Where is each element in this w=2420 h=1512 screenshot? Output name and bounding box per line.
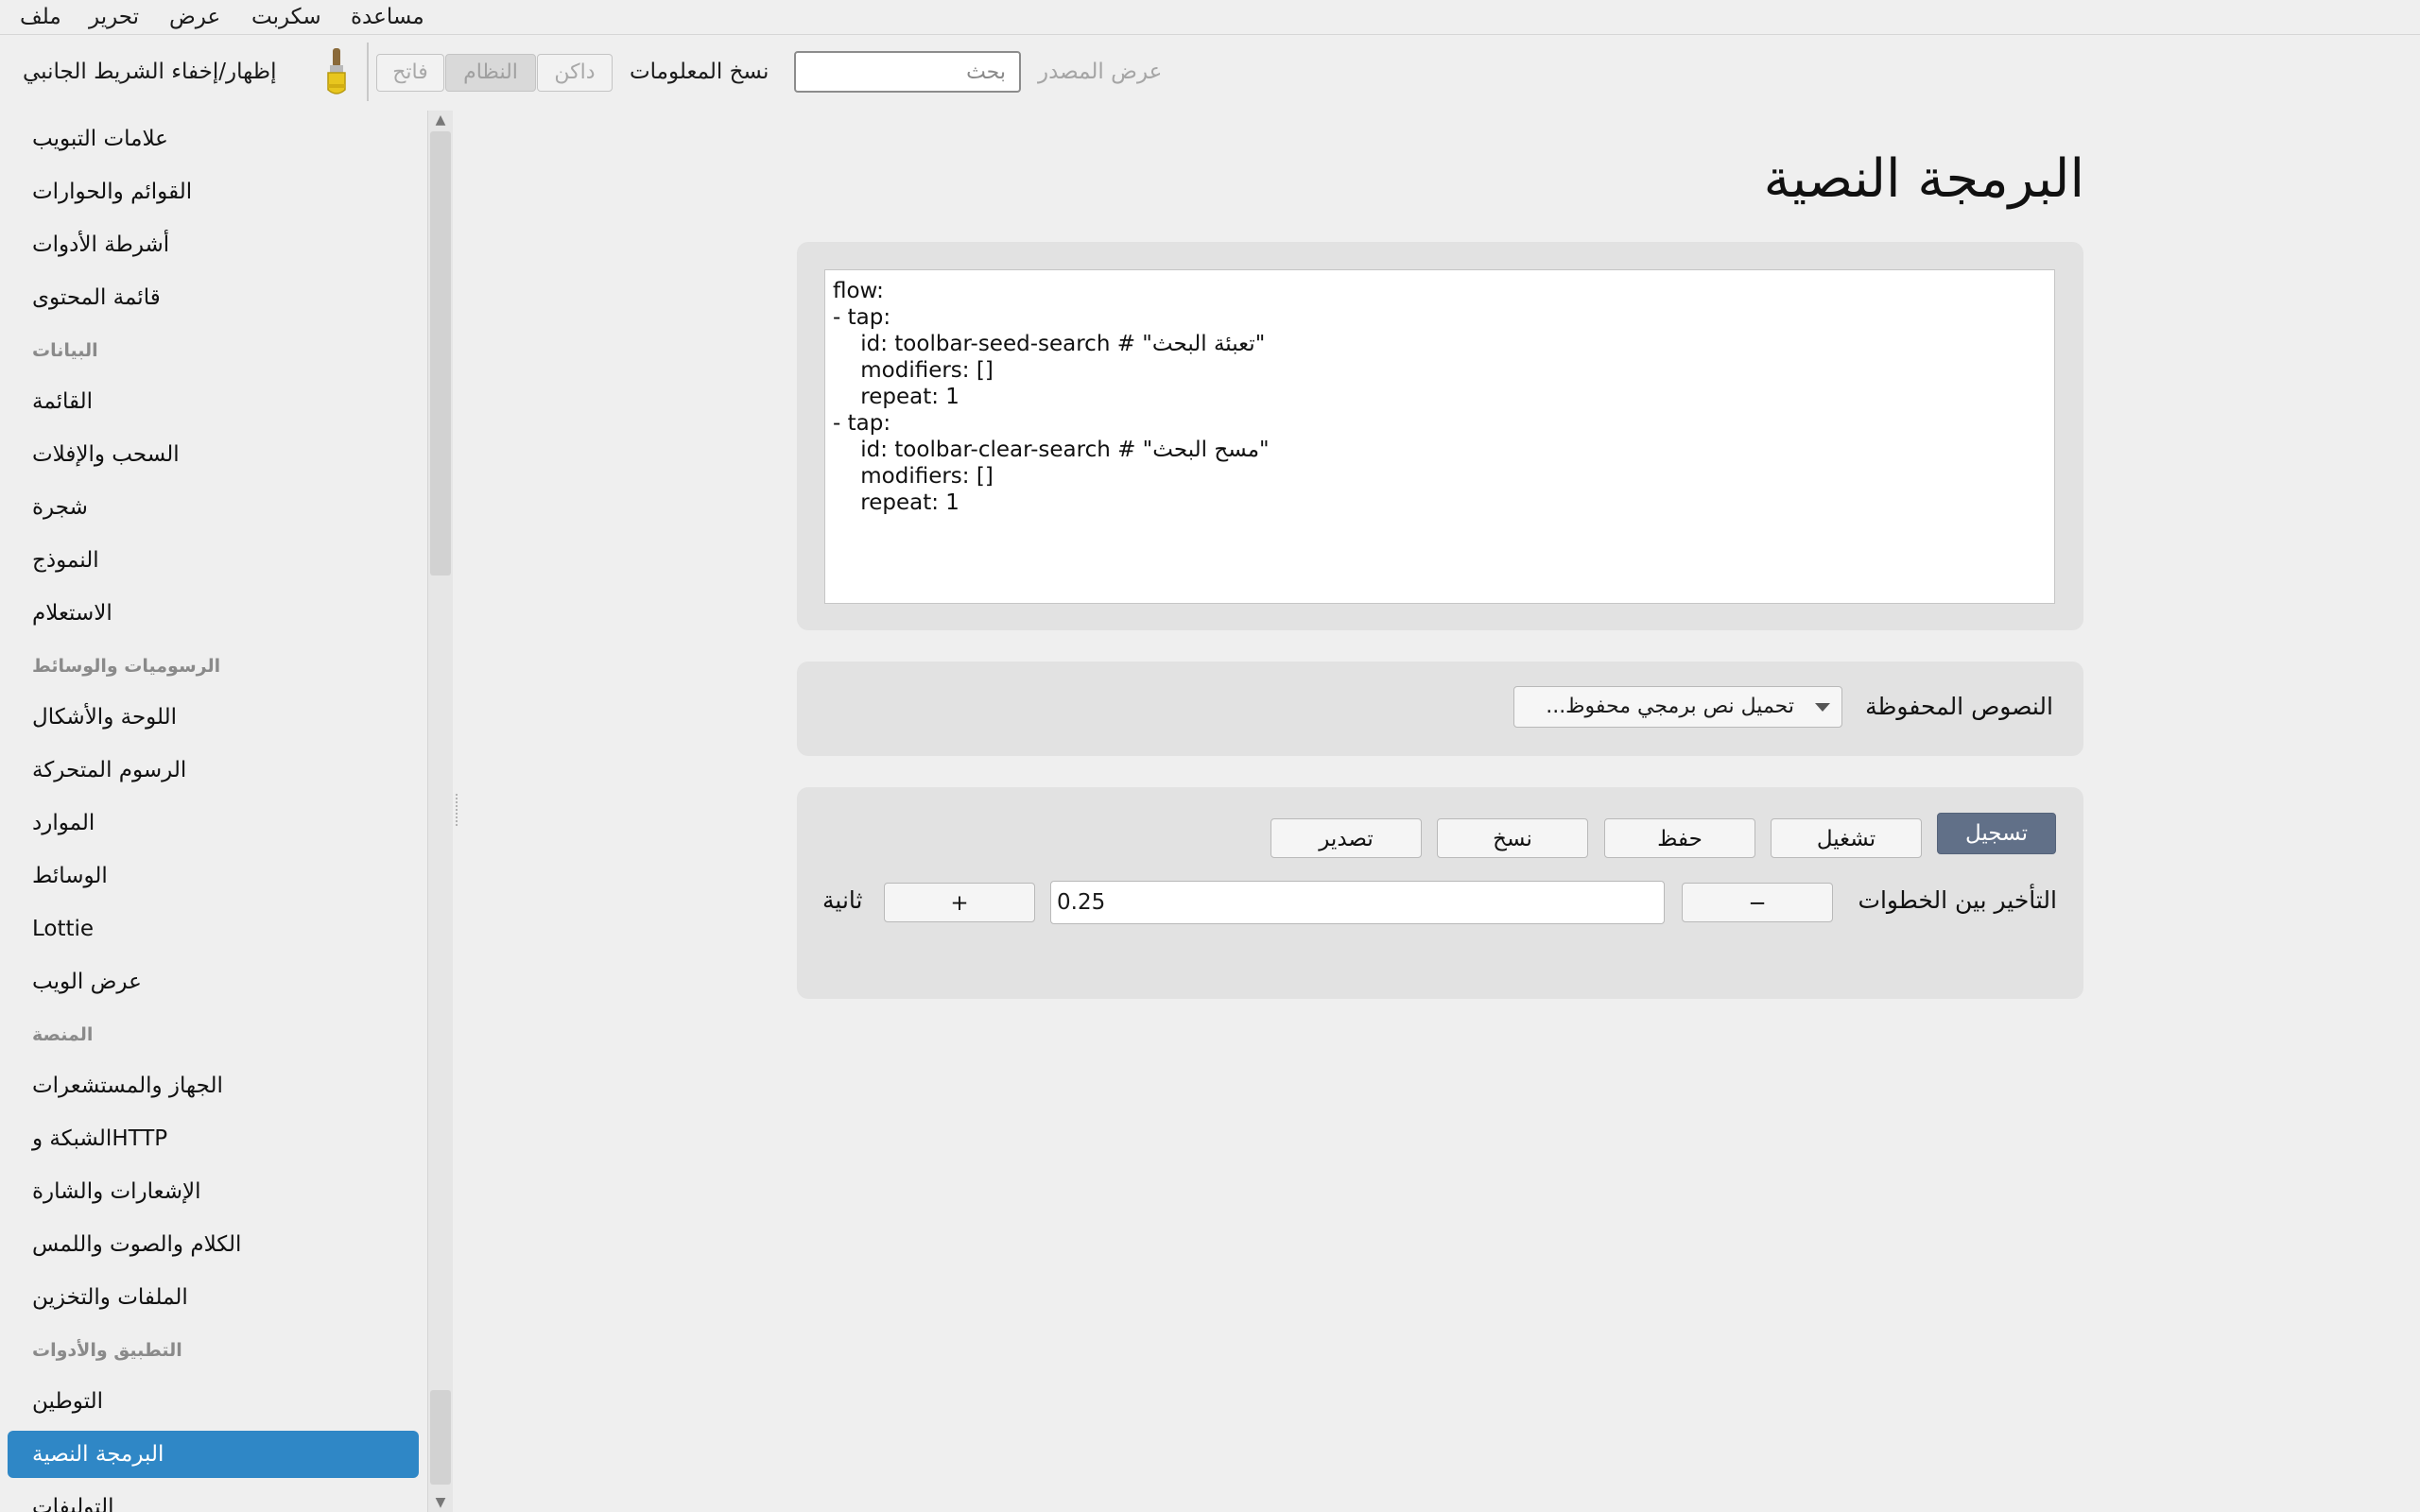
sidebar-item[interactable]: الشبكة وHTTP: [8, 1115, 419, 1162]
saved-scripts-label: النصوص المحفوظة: [1865, 693, 2053, 720]
sidebar: علامات التبويب القوائم والحوارات أشرطة الأ…: [0, 111, 427, 1512]
export-button[interactable]: تصدير: [1270, 818, 1422, 858]
sidebar-item[interactable]: البرمجة النصية: [8, 1431, 419, 1478]
theme-light-button[interactable]: فاتح: [376, 54, 444, 92]
saved-scripts-dropdown-value: تحميل نص برمجي محفوظ...: [1546, 695, 1794, 718]
record-button[interactable]: تسجيل: [1937, 813, 2056, 854]
menu-file[interactable]: ملف: [20, 2, 61, 32]
menu-help[interactable]: مساعدة: [351, 2, 424, 32]
sidebar-item[interactable]: التوليفات: [8, 1484, 419, 1512]
scroll-down-arrow-icon[interactable]: ▼: [428, 1493, 453, 1512]
page-title: البرمجة النصية: [1763, 148, 2084, 210]
sidebar-item[interactable]: شجرة: [8, 484, 419, 531]
sidebar-item[interactable]: الرسوم المتحركة: [8, 747, 419, 794]
chevron-down-icon: [1815, 703, 1830, 712]
sidebar-section-header: المنصة: [32, 1024, 94, 1045]
menu-edit[interactable]: تحرير: [89, 2, 139, 32]
sidebar-item[interactable]: السحب والإفلات: [8, 431, 419, 478]
sidebar-item[interactable]: علامات التبويب: [8, 115, 419, 163]
sidebar-item[interactable]: الملفات والتخزين: [8, 1274, 419, 1321]
scrollbar-track-segment: [430, 1390, 451, 1485]
copy-info-button[interactable]: نسخ المعلومات: [630, 58, 769, 86]
sidebar-scrollbar[interactable]: ▲ ▼: [427, 111, 453, 1512]
sidebar-item[interactable]: التوطين: [8, 1378, 419, 1425]
sidebar-section-header: التطبيق والأدوات: [32, 1340, 182, 1361]
sidebar-section-header: الرسوميات والوسائط: [32, 656, 221, 677]
scrollbar-thumb[interactable]: [430, 131, 451, 576]
delay-decrement-button[interactable]: −: [1682, 883, 1833, 922]
save-button[interactable]: حفظ: [1604, 818, 1755, 858]
sidebar-item[interactable]: اللوحة والأشكال: [8, 694, 419, 741]
view-source-button[interactable]: عرض المصدر: [1038, 58, 1162, 86]
theme-system-button[interactable]: النظام: [445, 54, 536, 92]
sidebar-item[interactable]: الجهاز والمستشعرات: [8, 1062, 419, 1109]
run-button[interactable]: تشغيل: [1771, 818, 1922, 858]
sidebar-item[interactable]: الاستعلام: [8, 590, 419, 637]
sidebar-item[interactable]: الكلام والصوت واللمس: [8, 1221, 419, 1268]
copy-button[interactable]: نسخ: [1437, 818, 1588, 858]
splitter-handle[interactable]: [456, 794, 459, 826]
sidebar-toggle-button[interactable]: إظهار/إخفاء الشريط الجانبي: [23, 58, 276, 86]
menubar: ملف تحرير عرض سكربت مساعدة: [0, 0, 2420, 35]
controls-panel: تسجيل تشغيل حفظ نسخ تصدير التأخير بين ال…: [797, 787, 2083, 999]
search-input[interactable]: [794, 51, 1021, 93]
theme-dark-button[interactable]: داكن: [537, 54, 613, 92]
sidebar-item[interactable]: قائمة المحتوى: [8, 274, 419, 321]
delay-increment-button[interactable]: +: [884, 883, 1035, 922]
delay-label: التأخير بين الخطوات: [1858, 886, 2057, 914]
script-editor[interactable]: flow: - tap: id: toolbar-seed-search # "…: [824, 269, 2055, 604]
sidebar-item[interactable]: الإشعارات والشارة: [8, 1168, 419, 1215]
saved-scripts-panel: النصوص المحفوظة تحميل نص برمجي محفوظ...: [797, 662, 2083, 756]
sidebar-section-header: البيانات: [32, 340, 98, 361]
sidebar-item[interactable]: النموذج: [8, 537, 419, 584]
toolbar: إظهار/إخفاء الشريط الجانبي فاتح النظام د…: [0, 35, 2420, 111]
sidebar-item[interactable]: الوسائط: [8, 852, 419, 900]
sidebar-item[interactable]: القائمة: [8, 378, 419, 425]
menu-view[interactable]: عرض: [169, 2, 220, 32]
sidebar-item[interactable]: الموارد: [8, 799, 419, 847]
toolbar-separator: [367, 43, 369, 101]
scroll-up-arrow-icon[interactable]: ▲: [428, 111, 453, 129]
sidebar-item[interactable]: Lottie: [8, 905, 419, 953]
paintbrush-icon[interactable]: [321, 46, 352, 97]
menu-script[interactable]: سكربت: [251, 2, 321, 32]
sidebar-item[interactable]: القوائم والحوارات: [8, 168, 419, 215]
saved-scripts-dropdown[interactable]: تحميل نص برمجي محفوظ...: [1513, 686, 1842, 728]
sidebar-item[interactable]: عرض الويب: [8, 958, 419, 1005]
script-editor-panel: flow: - tap: id: toolbar-seed-search # "…: [797, 242, 2083, 630]
delay-unit-label: ثانية: [822, 886, 863, 914]
delay-input[interactable]: 0.25: [1050, 881, 1665, 924]
sidebar-item[interactable]: أشرطة الأدوات: [8, 221, 419, 268]
